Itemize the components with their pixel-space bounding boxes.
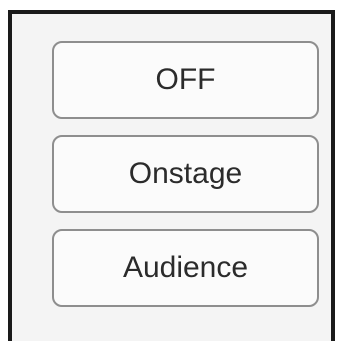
onstage-button[interactable]: Onstage: [52, 135, 319, 213]
off-button[interactable]: OFF: [52, 41, 319, 119]
off-button-label: OFF: [155, 63, 216, 96]
audience-button[interactable]: Audience: [52, 229, 319, 307]
onstage-button-label: Onstage: [128, 157, 243, 190]
audience-button-label: Audience: [122, 251, 249, 284]
